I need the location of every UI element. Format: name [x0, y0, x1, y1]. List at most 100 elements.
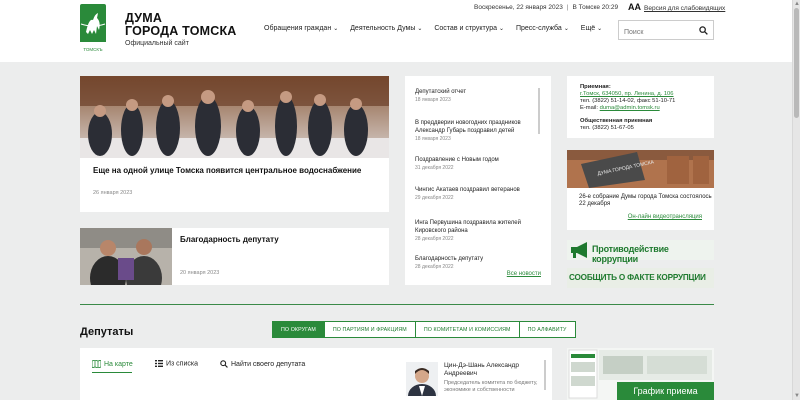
- main-news-card[interactable]: Еще на одной улице Томска появится центр…: [80, 76, 389, 212]
- email-link[interactable]: duma@admin.tomsk.ru: [600, 105, 660, 111]
- public-reception-label: Общественная приемная: [580, 118, 653, 124]
- list-item-title: Депутатский отчет: [415, 89, 467, 95]
- font-size-icon: AA: [628, 2, 641, 12]
- tab-by-committees[interactable]: ПО КОМИТЕТАМ И КОМИССИЯМ: [414, 321, 520, 338]
- list-item-date: 18 января 2023: [415, 97, 451, 103]
- second-news-photo[interactable]: [80, 228, 172, 285]
- report-corruption-label: СООБЩИТЬ О ФАКТЕ КОРРУПЦИИ: [569, 273, 706, 282]
- tab-by-districts[interactable]: ПО ОКРУГАМ: [272, 321, 325, 338]
- page-scrollbar[interactable]: ▲ ▼: [792, 0, 800, 400]
- accessibility-link[interactable]: AA Версия для слабовидящих: [628, 2, 725, 12]
- list-item-date: 28 декабря 2022: [415, 236, 454, 242]
- scroll-up-icon[interactable]: ▲: [793, 0, 800, 8]
- nav-item-label: Обращения граждан: [264, 25, 332, 32]
- deputies-title: Депутаты: [80, 326, 134, 338]
- list-item-title: Инга Первушина поздравила жителей Кировс…: [415, 220, 521, 234]
- main-nav: Обращения граждан ⌄ Деятельность Думы ⌄ Со…: [264, 25, 612, 32]
- list-item[interactable]: Благодарность депутату 28 декабря 2022: [415, 255, 541, 270]
- nav-item-label: Деятельность Думы: [350, 25, 416, 32]
- all-news-link[interactable]: Все новости: [507, 271, 541, 277]
- chevron-down-icon: ⌄: [417, 26, 423, 32]
- nav-item-label: Пресс-служба: [515, 25, 562, 32]
- second-news-title[interactable]: Благодарность депутату: [180, 235, 279, 244]
- schedule-button[interactable]: График приема: [617, 382, 714, 400]
- chevron-down-icon: ⌄: [499, 26, 505, 32]
- find-deputy-label: Найти своего депутата: [231, 360, 306, 368]
- chevron-down-icon: ⌄: [563, 26, 569, 32]
- deputy-name: Цин-Дэ-Шань Александр Андреевич: [444, 362, 519, 377]
- header: ТОМСКЪ ДУМА ГОРОДА ТОМСКА Официальный са…: [0, 0, 792, 62]
- current-time: В Томске 20:29: [572, 4, 619, 11]
- list-item-date: 29 декабря 2022: [415, 195, 454, 201]
- section-divider: [80, 304, 714, 305]
- list-item-title: Чингис Акатаев поздравил ветеранов: [415, 187, 520, 193]
- list-item-title: В преддверии новогодних праздников Алекс…: [415, 120, 521, 134]
- second-news-date: 20 января 2023: [180, 270, 220, 276]
- duma-session-text: 26-е собрание Думы города Томска состоял…: [579, 194, 712, 207]
- anti-corruption-banner[interactable]: Противодействие коррупции: [567, 240, 714, 264]
- accessibility-link-label: Версия для слабовидящих: [644, 5, 726, 12]
- nav-item-label: Состав и структура: [434, 25, 497, 32]
- site-title-line2: ГОРОДА ТОМСКА: [125, 24, 237, 38]
- top-info-bar: Воскресенье, 22 января 2023 | В Томске 20:…: [474, 4, 619, 11]
- scrollbar-thumb[interactable]: [794, 8, 799, 118]
- list-item-title: Благодарность депутату: [415, 256, 484, 262]
- duma-session-card[interactable]: ДУМА ГОРОДА ТОМСКА 26-е собрание Думы го…: [567, 150, 714, 230]
- reception-phone: тел. (3822) 51-14-02, факс 51-10-71: [580, 98, 676, 104]
- public-reception-phone: тел. (3822) 51-67-05: [580, 125, 634, 131]
- megaphone-icon: [571, 242, 587, 258]
- nav-item-label: Ещё: [580, 25, 596, 32]
- nav-item-activity[interactable]: Деятельность Думы ⌄: [350, 25, 422, 32]
- main-news-date: 26 января 2023: [93, 190, 133, 196]
- chevron-down-icon: ⌄: [597, 26, 603, 32]
- view-map-option[interactable]: На карте: [91, 359, 133, 369]
- video-stream-link[interactable]: Он-лайн видеотрансляция: [628, 214, 702, 220]
- map-icon: [91, 359, 102, 369]
- search-icon[interactable]: [699, 26, 708, 35]
- contacts-card: Приемная: г.Томск, 634050, пр. Ленина, д…: [567, 76, 714, 138]
- chevron-down-icon: ⌄: [333, 26, 339, 32]
- list-item[interactable]: Инга Первушина поздравила жителей Кировс…: [415, 219, 541, 242]
- view-list-option[interactable]: Из списка: [155, 360, 198, 367]
- tab-alphabetical[interactable]: ПО АЛФАВИТУ: [518, 321, 576, 338]
- report-corruption-banner[interactable]: СООБЩИТЬ О ФАКТЕ КОРРУПЦИИ: [567, 268, 714, 288]
- deputies-panel: На карте Из списка Найти своего депутата…: [80, 348, 552, 400]
- site-title[interactable]: ДУМА ГОРОДА ТОМСКА: [125, 12, 237, 38]
- search-input[interactable]: [619, 23, 697, 42]
- nav-item-press[interactable]: Пресс-служба ⌄: [516, 25, 569, 32]
- svg-text:ТОМСКЪ: ТОМСКЪ: [83, 47, 103, 52]
- list-icon: [155, 360, 163, 367]
- search-box: [618, 20, 714, 42]
- list-item[interactable]: Чингис Акатаев поздравил ветеранов 29 де…: [415, 186, 541, 201]
- main-news-photo[interactable]: [80, 76, 389, 158]
- reception-block: Приемная: г.Томск, 634050, пр. Ленина, д…: [580, 84, 675, 112]
- deputy-list-scrollbar[interactable]: [544, 360, 546, 390]
- list-item-date: 28 декабря 2022: [415, 264, 454, 270]
- list-item[interactable]: В преддверии новогодних праздников Алекс…: [415, 119, 541, 142]
- duma-building-photo[interactable]: ДУМА ГОРОДА ТОМСКА: [567, 150, 714, 188]
- reception-label: Приемная:: [580, 84, 611, 90]
- tomsk-coat-of-arms-logo[interactable]: ТОМСКЪ: [80, 4, 106, 54]
- list-item-date: 18 января 2023: [415, 136, 451, 142]
- current-date: Воскресенье, 22 января 2023: [474, 4, 563, 11]
- nav-item-appeals[interactable]: Обращения граждан ⌄: [264, 25, 338, 32]
- list-item[interactable]: Поздравление с Новым годом 31 декабря 20…: [415, 156, 541, 171]
- reception-schedule-card[interactable]: График приема: [567, 348, 714, 400]
- tab-by-parties[interactable]: ПО ПАРТИЯМ И ФРАКЦИЯМ: [323, 321, 416, 338]
- main-news-title[interactable]: Еще на одной улице Томска появится центр…: [93, 166, 383, 175]
- public-reception-block: Общественная приемная тел. (3822) 51-67-…: [580, 118, 652, 132]
- list-item-date: 31 декабря 2022: [415, 165, 454, 171]
- active-view-underline: [92, 372, 132, 373]
- nav-item-more[interactable]: Ещё ⌄: [581, 25, 602, 32]
- search-icon: [220, 360, 228, 368]
- nav-item-structure[interactable]: Состав и структура ⌄: [434, 25, 504, 32]
- site-subtitle: Официальный сайт: [125, 40, 189, 47]
- news-list: Депутатский отчет 18 января 2023 В предд…: [405, 76, 551, 285]
- second-news-card[interactable]: Благодарность депутату 20 января 2023: [80, 228, 389, 285]
- list-item[interactable]: Депутатский отчет 18 января 2023: [415, 88, 541, 103]
- email-label: E-mail:: [580, 105, 599, 111]
- find-deputy-option[interactable]: Найти своего депутата: [220, 360, 305, 368]
- news-list-scrollbar[interactable]: [538, 88, 540, 134]
- reception-address[interactable]: г.Томск, 634050, пр. Ленина, д. 106: [580, 91, 675, 98]
- scroll-down-icon[interactable]: ▼: [793, 392, 800, 400]
